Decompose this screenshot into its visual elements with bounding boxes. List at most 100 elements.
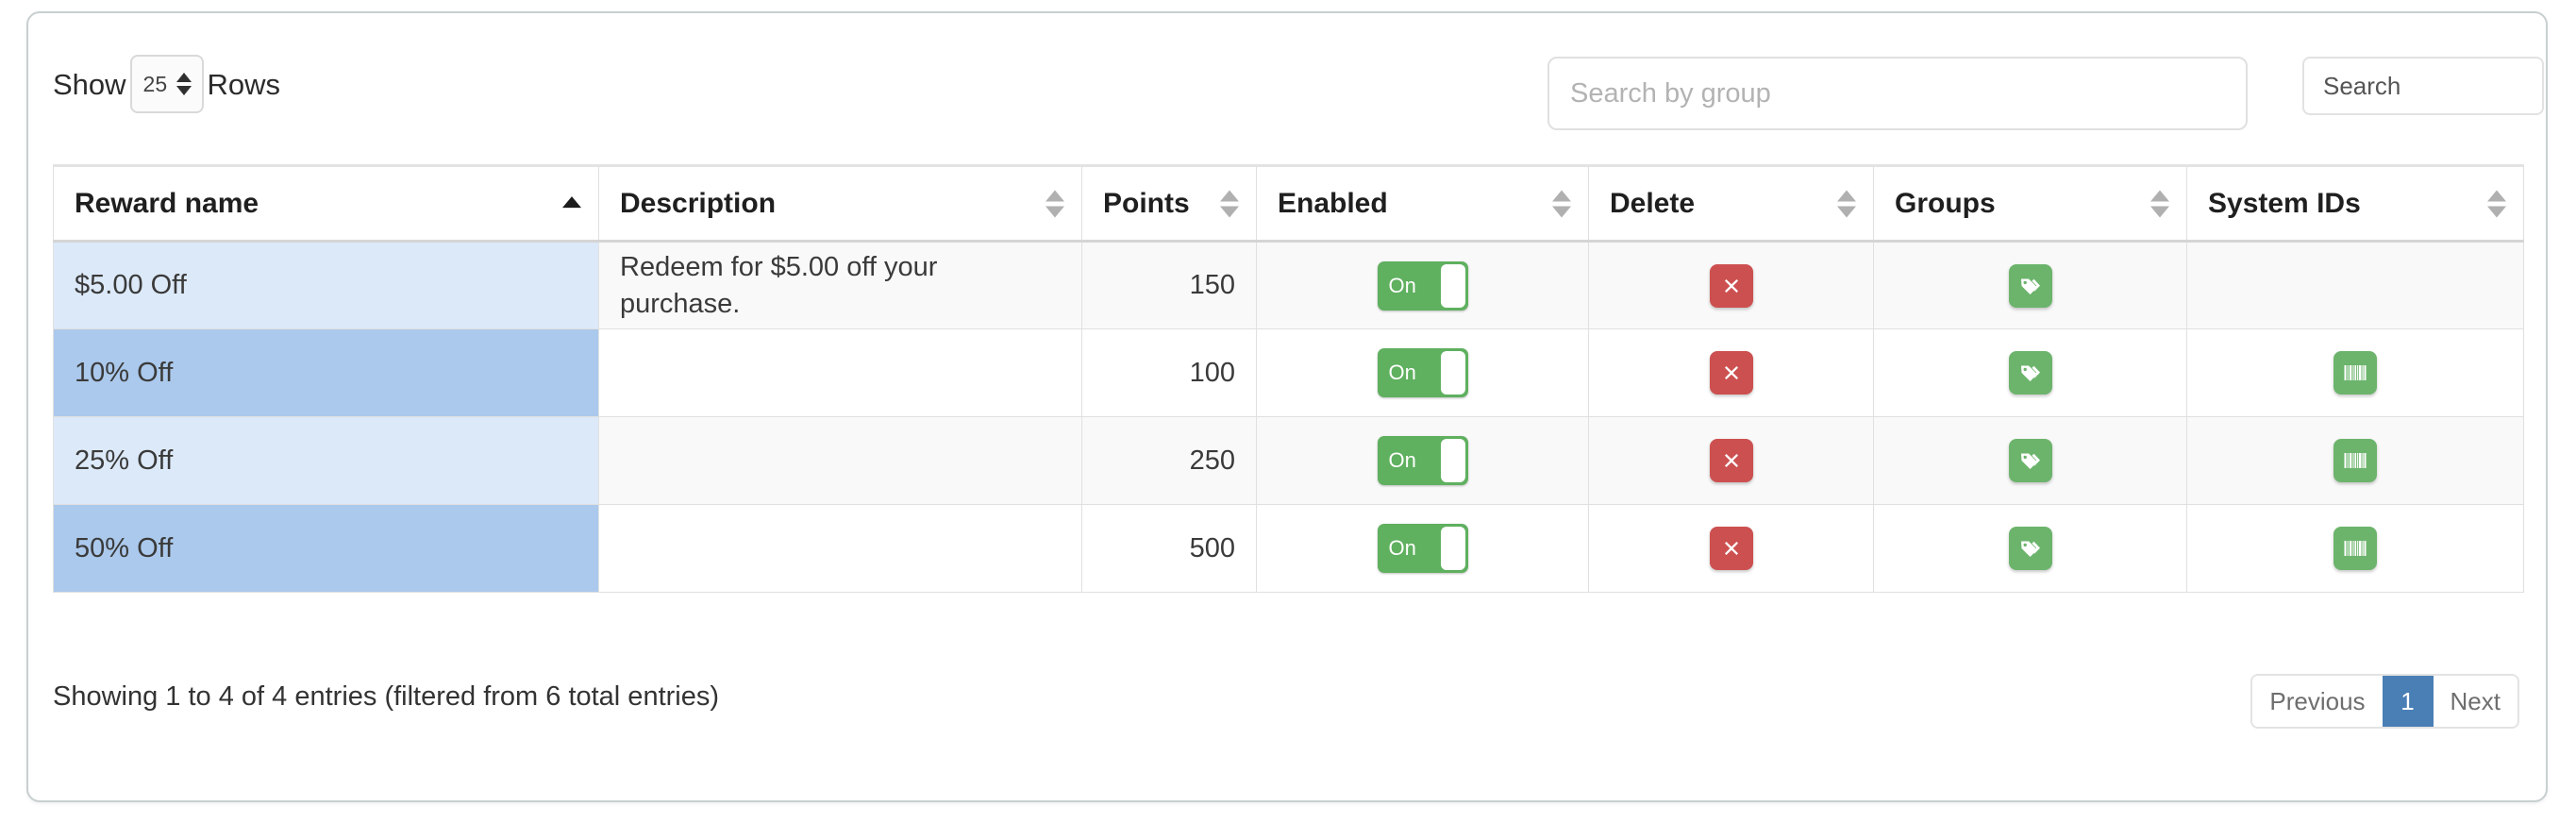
x-icon	[1722, 539, 1741, 558]
table-row: 50% Off 500 On	[53, 504, 2524, 593]
column-label-delete: Delete	[1610, 187, 1696, 219]
cell-groups	[1873, 416, 2187, 505]
sort-ascending-icon	[562, 195, 581, 212]
tags-icon	[2018, 536, 2043, 561]
cell-points: 250	[1081, 416, 1257, 505]
column-label-description: Description	[620, 187, 777, 219]
group-search-input[interactable]	[1547, 57, 2248, 130]
system-ids-button[interactable]	[2333, 527, 2377, 570]
x-icon	[1722, 277, 1741, 295]
enabled-toggle-label: On	[1388, 273, 1416, 297]
cell-system-ids	[2186, 504, 2524, 593]
groups-button[interactable]	[2008, 527, 2052, 570]
column-label-system-ids: System IDs	[2208, 187, 2361, 219]
column-header-system-ids[interactable]: System IDs	[2186, 164, 2524, 243]
pagination-page-1[interactable]: 1	[2382, 676, 2434, 727]
sort-icon	[1045, 190, 1064, 217]
cell-reward-name: 50% Off	[53, 504, 599, 593]
cell-enabled: On	[1256, 416, 1589, 505]
sort-icon	[2487, 190, 2506, 217]
enabled-toggle[interactable]: On	[1377, 260, 1468, 311]
table-toolbar: Show 25 Rows Search	[28, 13, 2546, 145]
system-ids-button[interactable]	[2333, 439, 2377, 482]
cell-groups	[1873, 504, 2187, 593]
cell-points: 100	[1081, 328, 1257, 417]
x-icon	[1722, 451, 1741, 470]
column-header-enabled[interactable]: Enabled	[1256, 164, 1589, 243]
column-header-description[interactable]: Description	[598, 164, 1082, 243]
toggle-knob	[1440, 263, 1465, 308]
enabled-toggle-label: On	[1388, 536, 1416, 560]
table-header-row: Reward name Description Points Enabled D…	[53, 164, 2524, 243]
rewards-table: Reward name Description Points Enabled D…	[53, 164, 2524, 593]
column-label-points: Points	[1103, 187, 1190, 219]
toggle-knob	[1440, 527, 1465, 570]
column-label-enabled: Enabled	[1278, 187, 1388, 219]
tags-icon	[2018, 361, 2043, 385]
toggle-knob	[1440, 439, 1465, 482]
table-row: $5.00 Off Redeem for $5.00 off your purch…	[53, 241, 2524, 329]
cell-system-ids	[2186, 416, 2524, 505]
rows-per-page-value: 25	[142, 71, 168, 96]
cell-description	[598, 328, 1082, 417]
pagination-next[interactable]: Next	[2433, 676, 2517, 727]
stepper-arrows-icon[interactable]	[176, 73, 192, 95]
cell-system-ids	[2186, 328, 2524, 417]
tags-icon	[2018, 274, 2043, 298]
cell-groups	[1873, 241, 2187, 329]
cell-delete	[1588, 241, 1874, 329]
toggle-knob	[1440, 351, 1465, 395]
enabled-toggle-label: On	[1388, 361, 1416, 384]
rewards-panel: Show 25 Rows Search by group Search Rewa…	[26, 11, 2548, 802]
sort-icon	[2150, 190, 2169, 217]
delete-button[interactable]	[1709, 527, 1753, 570]
cell-system-ids	[2186, 241, 2524, 329]
rows-per-page-stepper[interactable]: 25	[129, 55, 204, 113]
column-header-reward-name[interactable]: Reward name	[53, 164, 599, 243]
column-label-reward-name: Reward name	[75, 187, 259, 219]
cell-points: 500	[1081, 504, 1257, 593]
cell-delete	[1588, 328, 1874, 417]
cell-delete	[1588, 504, 1874, 593]
enabled-toggle[interactable]: On	[1377, 436, 1468, 485]
cell-description	[598, 416, 1082, 505]
x-icon	[1722, 363, 1741, 382]
column-header-delete[interactable]: Delete	[1588, 164, 1874, 243]
cell-delete	[1588, 416, 1874, 505]
column-label-groups: Groups	[1895, 187, 1996, 219]
table-info: Showing 1 to 4 of 4 entries (filtered fr…	[53, 681, 720, 712]
groups-button[interactable]	[2008, 263, 2052, 308]
show-label: Show	[53, 67, 126, 101]
enabled-toggle[interactable]: On	[1377, 524, 1468, 573]
rewards-table-wrapper: Reward name Description Points Enabled D…	[53, 164, 2524, 593]
sort-icon	[1220, 190, 1239, 217]
table-row: 25% Off 250 On	[53, 416, 2524, 505]
barcode-icon	[2343, 540, 2367, 557]
sort-icon	[1552, 190, 1571, 217]
enabled-toggle[interactable]: On	[1377, 348, 1468, 397]
pagination-previous[interactable]: Previous	[2252, 676, 2383, 727]
cell-enabled: On	[1256, 328, 1589, 417]
cell-points: 150	[1081, 241, 1257, 329]
delete-button[interactable]	[1709, 263, 1753, 308]
show-rows-control: Show 25 Rows	[53, 55, 280, 113]
system-ids-button[interactable]	[2333, 351, 2377, 395]
cell-groups	[1873, 328, 2187, 417]
search-button[interactable]: Search	[2302, 57, 2544, 115]
delete-button[interactable]	[1709, 351, 1753, 395]
cell-reward-name: $5.00 Off	[53, 241, 599, 329]
column-header-points[interactable]: Points	[1081, 164, 1257, 243]
barcode-icon	[2343, 452, 2367, 469]
groups-button[interactable]	[2008, 351, 2052, 395]
cell-description: Redeem for $5.00 off your purchase.	[598, 241, 1082, 329]
cell-enabled: On	[1256, 241, 1589, 329]
rows-label: Rows	[207, 67, 281, 101]
cell-description	[598, 504, 1082, 593]
enabled-toggle-label: On	[1388, 448, 1416, 472]
groups-button[interactable]	[2008, 439, 2052, 482]
column-header-groups[interactable]: Groups	[1873, 164, 2187, 243]
cell-enabled: On	[1256, 504, 1589, 593]
delete-button[interactable]	[1709, 439, 1753, 482]
sort-icon	[1837, 190, 1856, 217]
table-body: $5.00 Off Redeem for $5.00 off your purch…	[53, 241, 2524, 593]
